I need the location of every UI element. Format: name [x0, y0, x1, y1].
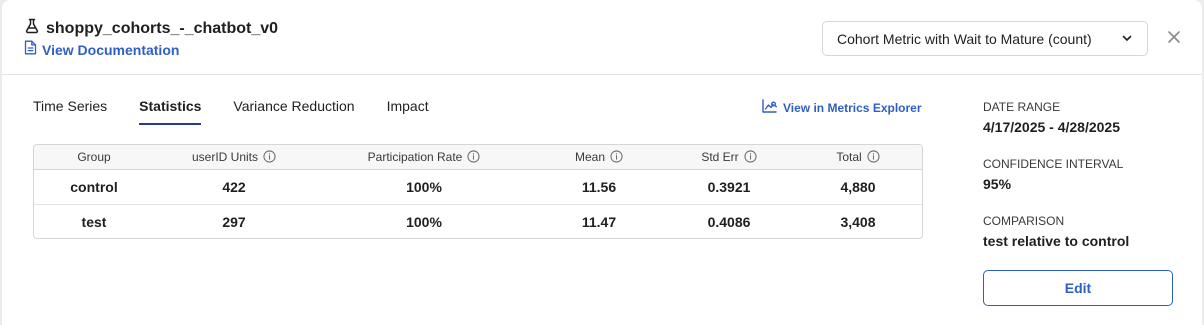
view-documentation-link[interactable]: View Documentation: [24, 40, 179, 60]
edit-button[interactable]: Edit: [983, 270, 1173, 306]
close-icon[interactable]: [1166, 29, 1182, 45]
info-icon[interactable]: [263, 150, 276, 163]
cell-units: 297: [154, 203, 314, 238]
table-header-row: Group userID Units Participation Rate Me…: [34, 145, 922, 170]
column-header-total: Total: [794, 145, 922, 170]
title-row: shoppy_cohorts_-_chatbot_v0: [24, 18, 278, 39]
info-icon[interactable]: [744, 150, 757, 163]
cell-total: 3,408: [794, 203, 922, 238]
cell-std-err: 0.4086: [664, 203, 794, 238]
column-header-label: Participation Rate: [367, 149, 463, 164]
metric-dialog: shoppy_cohorts_-_chatbot_v0 View Documen…: [2, 0, 1202, 325]
view-documentation-label: View Documentation: [42, 42, 180, 58]
column-header-label: Std Err: [701, 149, 739, 164]
cell-participation-rate: 100%: [314, 203, 534, 238]
metrics-explorer-label: View in Metrics Explorer: [783, 100, 922, 115]
confidence-interval-label: CONFIDENCE INTERVAL: [983, 157, 1124, 171]
column-header-group: Group: [34, 145, 154, 170]
chart-icon: [762, 99, 777, 116]
column-header-label: Total: [836, 149, 862, 164]
cell-units: 422: [222, 178, 246, 195]
date-range-label: DATE RANGE: [983, 100, 1061, 114]
dialog-header: shoppy_cohorts_-_chatbot_v0 View Documen…: [2, 0, 1202, 75]
comparison-label: COMPARISON: [983, 214, 1065, 228]
metric-select-value: Cohort Metric with Wait to Mature (count…: [837, 30, 1092, 47]
column-header-units: userID Units: [154, 145, 314, 170]
cell-total: 4,880: [840, 178, 876, 195]
cell-group: test: [34, 203, 154, 238]
table-row: test 297 100% 11.47 0.4086 3,408: [34, 203, 922, 238]
tab-time-series[interactable]: Time Series: [33, 98, 107, 124]
statistics-table: Group userID Units Participation Rate Me…: [33, 144, 923, 239]
info-icon[interactable]: [467, 150, 480, 163]
column-header-mean: Mean: [534, 145, 664, 170]
column-header-label: Mean: [574, 149, 606, 164]
tab-bar: Time Series Statistics Variance Reductio…: [33, 98, 461, 125]
view-in-metrics-explorer-link[interactable]: View in Metrics Explorer: [762, 99, 922, 116]
cell-std-err: 0.3921: [707, 178, 751, 195]
table-row: control 422 100% 11.56 0.3921 4,880: [34, 169, 922, 204]
column-header-label: Group: [77, 149, 111, 164]
cell-group: control: [70, 178, 118, 195]
experiment-title: shoppy_cohorts_-_chatbot_v0: [46, 19, 279, 37]
cell-participation-rate: 100%: [406, 178, 442, 195]
cell-mean: 11.56: [581, 178, 617, 195]
document-icon: [24, 40, 37, 60]
chevron-down-icon: [1121, 31, 1133, 47]
comparison-value: test relative to control: [983, 233, 1130, 249]
metric-select[interactable]: Cohort Metric with Wait to Mature (count…: [822, 21, 1148, 56]
info-icon[interactable]: [867, 150, 880, 163]
cell-mean: 11.47: [534, 203, 664, 238]
column-header-participation-rate: Participation Rate: [314, 145, 534, 170]
tab-impact[interactable]: Impact: [387, 98, 429, 124]
column-header-label: userID Units: [191, 149, 259, 164]
column-header-std-err: Std Err: [664, 145, 794, 170]
info-icon[interactable]: [610, 150, 623, 163]
flask-icon: [24, 18, 40, 39]
confidence-interval-value: 95%: [983, 176, 1012, 192]
tab-statistics[interactable]: Statistics: [139, 98, 202, 125]
tab-variance-reduction[interactable]: Variance Reduction: [233, 98, 354, 124]
date-range-value: 4/17/2025 - 4/28/2025: [983, 119, 1121, 135]
